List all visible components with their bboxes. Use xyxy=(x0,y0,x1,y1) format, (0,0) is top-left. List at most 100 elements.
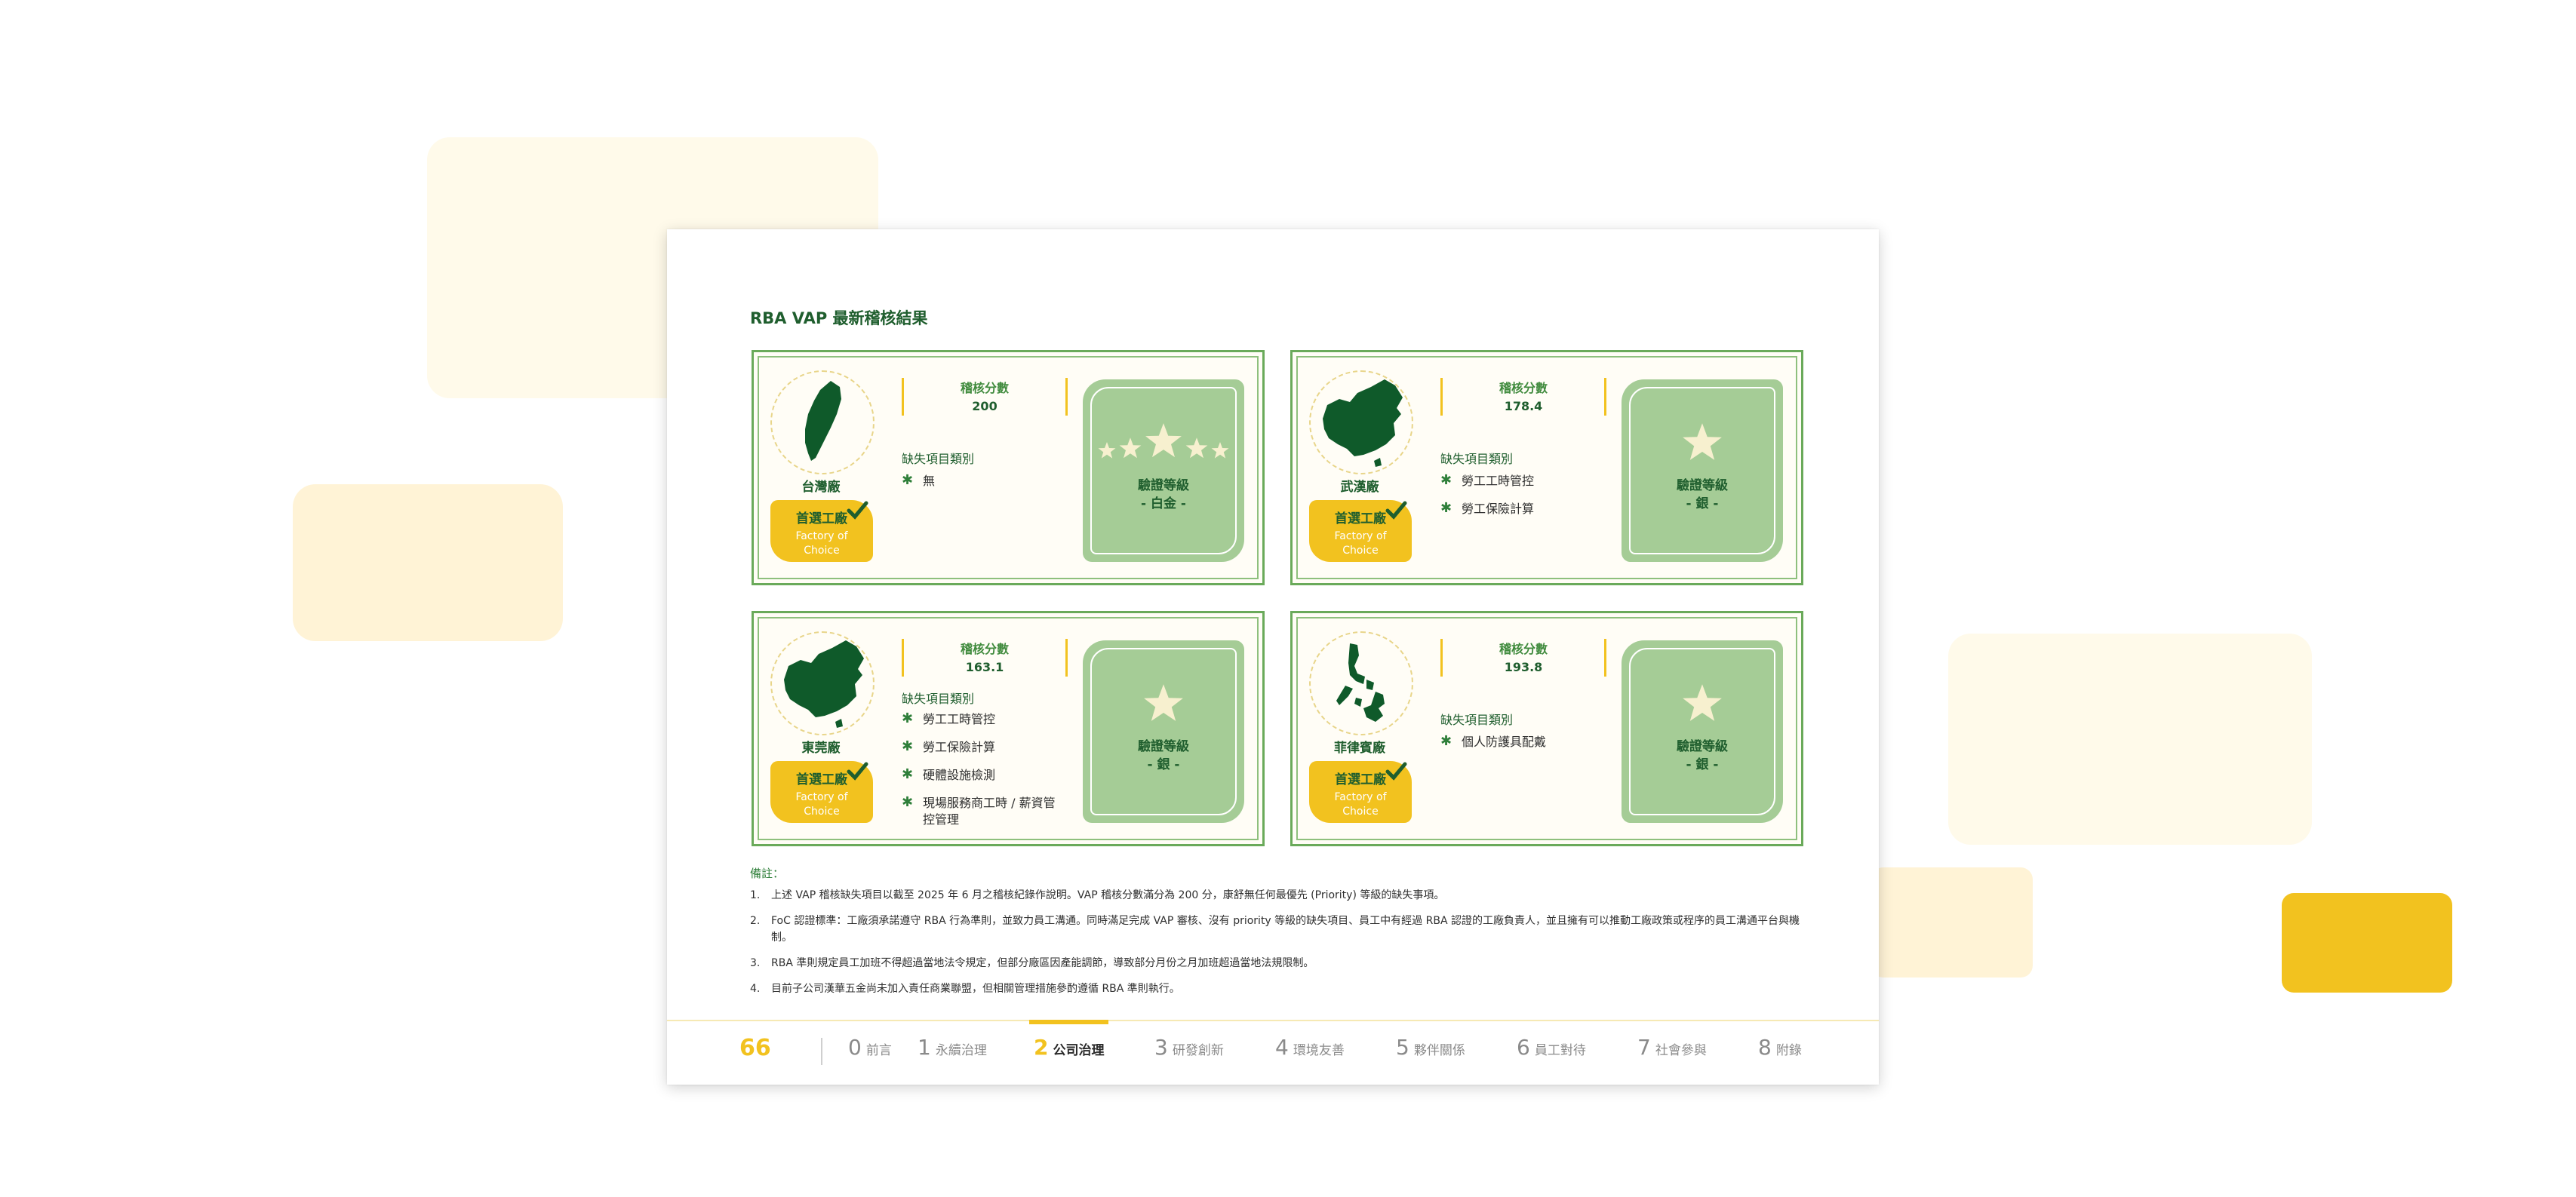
note-item: 1. 上述 VAP 稽核缺失項目以截至 2025 年 6 月之稽核紀錄作說明。VA… xyxy=(750,889,1445,901)
star-icon xyxy=(1683,423,1722,460)
certification-panel: 驗證等級 - 白金 - xyxy=(1083,379,1244,562)
bg-shape-2 xyxy=(293,484,563,641)
defect-item: ✱ 勞工工時管控 xyxy=(1440,472,1535,488)
notes-list: 1. 上述 VAP 稽核缺失項目以截至 2025 年 6 月之稽核紀錄作說明。VA… xyxy=(750,887,1806,997)
factory-card-philippines: 菲律賓廠 首選工廠 Factory of Choice 稽核分數 193.8 缺… xyxy=(1290,611,1803,846)
score-label: 稽核分數 xyxy=(1499,642,1548,656)
bg-shape-4 xyxy=(1871,867,2033,978)
nav-chapter-5[interactable]: 5 夥伴關係 xyxy=(1396,1035,1465,1060)
certification-panel: 驗證等級 - 銀 - xyxy=(1083,640,1244,823)
china-map-icon xyxy=(770,631,875,735)
cert-level: - 銀 - xyxy=(1686,757,1719,772)
checkmark-icon xyxy=(847,762,868,781)
star-icon xyxy=(1185,437,1208,459)
star-rating xyxy=(1083,683,1244,728)
checkmark-icon xyxy=(1385,762,1407,781)
asterisk-icon: ✱ xyxy=(902,794,914,810)
asterisk-icon: ✱ xyxy=(902,766,914,782)
asterisk-icon: ✱ xyxy=(1440,733,1452,749)
foc-subtitle: Factory of Choice xyxy=(1334,530,1387,557)
nav-chapter-1[interactable]: 1 永續治理 xyxy=(918,1035,987,1060)
defect-item: ✱ 勞工工時管控 xyxy=(902,711,996,726)
foc-subtitle: Factory of Choice xyxy=(1334,791,1387,818)
nav-chapter-0[interactable]: 0 前言 xyxy=(848,1035,892,1060)
foc-subtitle: Factory of Choice xyxy=(795,530,848,557)
bg-shape-3 xyxy=(1948,634,2312,845)
score-value: 200 xyxy=(972,399,998,413)
factory-of-choice-badge: 首選工廠 Factory of Choice xyxy=(770,500,873,562)
defect-title: 缺失項目類別 xyxy=(902,692,975,706)
score-value: 193.8 xyxy=(1504,660,1543,674)
cert-label: 驗證等級 xyxy=(1138,478,1189,493)
certification-panel: 驗證等級 - 銀 - xyxy=(1622,379,1783,562)
asterisk-icon: ✱ xyxy=(902,472,914,488)
factory-name: 菲律賓廠 xyxy=(1334,741,1385,756)
factory-name: 武漢廠 xyxy=(1340,480,1379,495)
audit-score: 稽核分數 200 xyxy=(902,378,1068,416)
factory-card-taiwan: 台灣廠 首選工廠 Factory of Choice 稽核分數 200 缺失項目… xyxy=(752,350,1265,585)
star-icon xyxy=(1098,442,1116,459)
notes-section: 備註： 1. 上述 VAP 稽核缺失項目以截至 2025 年 6 月之稽核紀錄作說… xyxy=(750,865,1806,1006)
defect-list: ✱ 個人防護具配戴 xyxy=(1440,733,1547,762)
defect-list: ✱ 勞工工時管控 ✱ 勞工保險計算 ✱ 硬體設施檢測 ✱ 現場服務商工時 / 薪資管控管… xyxy=(902,711,1059,839)
cert-label: 驗證等級 xyxy=(1677,478,1728,493)
defect-list: ✱ 無 xyxy=(902,472,936,501)
audit-score: 稽核分數 193.8 xyxy=(1440,639,1606,677)
cert-level: - 白金 - xyxy=(1141,496,1186,511)
factory-of-choice-badge: 首選工廠 Factory of Choice xyxy=(770,761,873,823)
cert-label: 驗證等級 xyxy=(1138,739,1189,754)
defect-title: 缺失項目類別 xyxy=(1440,713,1514,727)
defect-item: ✱ 勞工保險計算 xyxy=(902,738,996,754)
audit-score: 稽核分數 178.4 xyxy=(1440,378,1606,416)
score-label: 稽核分數 xyxy=(960,642,1009,656)
cert-level: - 銀 - xyxy=(1686,496,1719,511)
nav-chapter-7[interactable]: 7 社會參與 xyxy=(1637,1035,1707,1060)
taiwan-map-icon xyxy=(770,370,875,474)
notes-title: 備註： xyxy=(750,867,785,880)
foc-subtitle: Factory of Choice xyxy=(795,791,848,818)
checkmark-icon xyxy=(847,501,868,520)
star-icon xyxy=(1145,423,1182,458)
note-item: 4. 目前子公司漢華五金尚未加入責任商業聯盟，但相關管理措施參酌遵循 RBA 準則… xyxy=(750,983,1180,995)
nav-chapter-6[interactable]: 6 員工對待 xyxy=(1517,1035,1586,1060)
defect-item: ✱ 無 xyxy=(902,472,936,488)
footer-divider xyxy=(821,1038,822,1065)
score-label: 稽核分數 xyxy=(960,381,1009,395)
star-rating xyxy=(1622,422,1783,467)
nav-chapter-4[interactable]: 4 環境友善 xyxy=(1275,1035,1345,1060)
report-page: RBA VAP 最新稽核結果 台灣廠 首選工廠 Factory of Choic… xyxy=(667,229,1879,1085)
factory-name: 台灣廠 xyxy=(801,480,841,495)
score-label: 稽核分數 xyxy=(1499,381,1548,395)
chapter-nav-footer: 66 0 前言 1 永續治理 2 公司治理 3 研發創新 4 環境友善 5 夥伴關係 6 員工… xyxy=(667,1020,1879,1085)
asterisk-icon: ✱ xyxy=(1440,472,1452,488)
defect-title: 缺失項目類別 xyxy=(1440,452,1514,466)
star-icon xyxy=(1211,442,1229,459)
factory-name: 東莞廠 xyxy=(801,741,841,756)
nav-chapter-2[interactable]: 2 公司治理 xyxy=(1028,1020,1110,1060)
bg-shape-5 xyxy=(2282,893,2452,993)
asterisk-icon: ✱ xyxy=(902,711,914,726)
star-icon xyxy=(1119,437,1142,459)
score-value: 178.4 xyxy=(1504,399,1543,413)
page-number: 66 xyxy=(739,1035,771,1061)
factory-card-dongguan: 東莞廠 首選工廠 Factory of Choice 稽核分數 163.1 缺失… xyxy=(752,611,1265,846)
asterisk-icon: ✱ xyxy=(1440,500,1452,516)
nav-chapter-8[interactable]: 8 附錄 xyxy=(1758,1035,1802,1060)
asterisk-icon: ✱ xyxy=(902,738,914,754)
page-title: RBA VAP 最新稽核結果 xyxy=(750,309,928,327)
cert-label: 驗證等級 xyxy=(1677,739,1728,754)
star-icon xyxy=(1683,684,1722,721)
nav-chapter-3[interactable]: 3 研發創新 xyxy=(1154,1035,1224,1060)
philippines-map-icon xyxy=(1309,631,1413,735)
score-value: 163.1 xyxy=(965,660,1004,674)
star-rating xyxy=(1622,683,1783,728)
star-icon xyxy=(1144,684,1183,721)
cert-level: - 銀 - xyxy=(1147,757,1180,772)
factory-of-choice-badge: 首選工廠 Factory of Choice xyxy=(1309,761,1412,823)
defect-item: ✱ 硬體設施檢測 xyxy=(902,766,996,782)
defect-item: ✱ 勞工保險計算 xyxy=(1440,500,1535,516)
audit-score: 稽核分數 163.1 xyxy=(902,639,1068,677)
china-map-icon xyxy=(1309,370,1413,474)
defect-item: ✱ 個人防護具配戴 xyxy=(1440,733,1547,749)
defect-title: 缺失項目類別 xyxy=(902,452,975,466)
